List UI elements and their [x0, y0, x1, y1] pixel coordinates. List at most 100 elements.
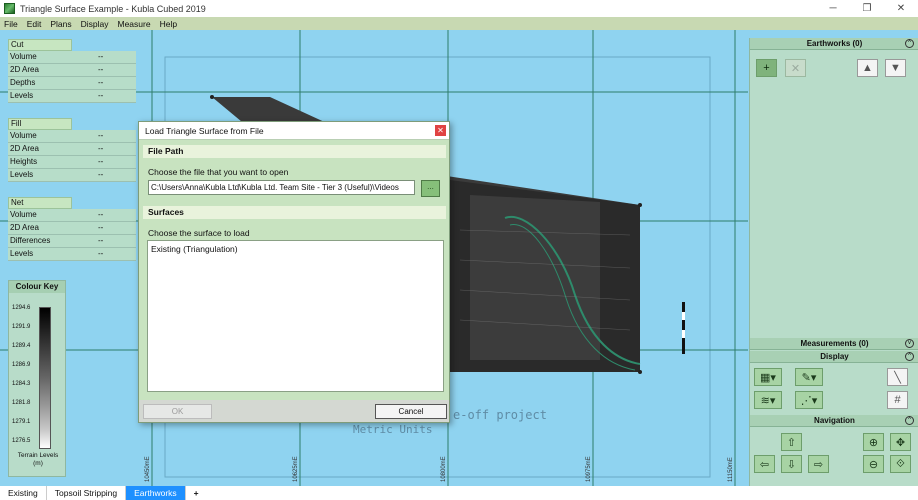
minimize-button[interactable]: ─ — [816, 0, 850, 17]
axis-label: 11150mE — [728, 457, 734, 482]
expand-icon[interactable]: v — [905, 339, 914, 348]
menu-measure[interactable]: Measure — [118, 19, 151, 29]
colour-key-footer: Terrain Levels (m) — [9, 452, 67, 468]
row-label: 2D Area — [10, 144, 39, 153]
right-panel: Earthworks (0) ^ + ✕ ▲ ▼ Measurements (0… — [749, 38, 918, 486]
fill-row: 2D Area -- — [8, 143, 136, 156]
add-earthwork-button[interactable]: + — [756, 59, 777, 77]
zoom-out-icon[interactable]: ⊖ — [863, 455, 884, 473]
delete-earthwork-button[interactable]: ✕ — [785, 59, 806, 77]
collapse-icon[interactable]: ^ — [905, 39, 914, 48]
colour-key-tick: 1281.8 — [12, 400, 31, 406]
grid-toggle-icon[interactable]: # — [887, 391, 908, 409]
surface-list[interactable]: Existing (Triangulation) — [147, 240, 444, 392]
menu-bar: File Edit Plans Display Measure Help — [0, 17, 918, 30]
surface-list-item[interactable]: Existing (Triangulation) — [151, 244, 440, 254]
cut-header: Cut — [8, 39, 72, 51]
colour-key-tick: 1289.4 — [12, 343, 31, 349]
pan-up-icon[interactable]: ⇧ — [781, 433, 802, 451]
layer-dropdown-icon[interactable]: ▦▾ — [754, 368, 782, 386]
colour-key-tick: 1294.6 — [12, 305, 31, 311]
display-header[interactable]: Display ^ — [750, 351, 918, 363]
colour-key-tick: 1276.5 — [12, 438, 31, 444]
row-value: -- — [98, 170, 104, 179]
colour-key-panel: Colour Key 1294.6 1291.9 1289.4 1286.9 1… — [8, 280, 66, 477]
browse-button[interactable]: ... — [421, 180, 440, 197]
file-path-section-header: File Path — [143, 145, 446, 158]
row-label: Differences — [10, 236, 51, 245]
net-header: Net — [8, 197, 72, 209]
fill-panel: Fill Volume -- 2D Area -- Heights -- Levels… — [8, 118, 136, 182]
axis-label: 10800mE — [441, 456, 447, 482]
move-down-button[interactable]: ▼ — [885, 59, 906, 77]
zoom-window-icon[interactable]: ⟐ — [890, 455, 911, 473]
measurements-header[interactable]: Measurements (0) v — [750, 338, 918, 350]
move-up-button[interactable]: ▲ — [857, 59, 878, 77]
colour-key-footer-line: Terrain Levels — [17, 452, 59, 459]
row-value: -- — [98, 249, 104, 258]
row-value: -- — [98, 78, 104, 87]
net-row: 2D Area -- — [8, 222, 136, 235]
colour-key-title: Colour Key — [9, 281, 65, 293]
tab-earthworks[interactable]: Earthworks — [126, 486, 186, 500]
contour-dropdown-icon[interactable]: ≋▾ — [754, 391, 782, 409]
row-value: -- — [98, 223, 104, 232]
colour-key-tick: 1291.9 — [12, 324, 31, 330]
colour-key-tick: 1284.3 — [12, 381, 31, 387]
navigation-header[interactable]: Navigation ^ — [750, 415, 918, 427]
add-tab-button[interactable]: + — [186, 486, 207, 500]
cancel-button[interactable]: Cancel — [375, 404, 447, 419]
measurements-header-label: Measurements (0) — [800, 339, 869, 348]
pan-right-icon[interactable]: ⇨ — [808, 455, 829, 473]
menu-file[interactable]: File — [4, 19, 18, 29]
dialog-title-bar: Load Triangle Surface from File — [139, 122, 449, 140]
terrain-mid-region — [470, 195, 600, 360]
ok-button[interactable]: OK — [143, 404, 212, 419]
maximize-button[interactable]: ❐ — [850, 0, 884, 17]
row-value: -- — [98, 52, 104, 61]
measure-line-icon[interactable]: ╲ — [887, 368, 908, 386]
earthworks-header[interactable]: Earthworks (0) ^ — [750, 38, 918, 50]
axis-label: 10975mE — [586, 456, 592, 482]
pan-left-icon[interactable]: ⇦ — [754, 455, 775, 473]
dialog-title: Load Triangle Surface from File — [145, 125, 264, 136]
net-panel: Net Volume -- 2D Area -- Differences -- Lev… — [8, 197, 136, 261]
colour-key-tick: 1279.1 — [12, 419, 31, 425]
display-header-label: Display — [820, 352, 849, 361]
corner-marker — [638, 370, 642, 374]
collapse-icon[interactable]: ^ — [905, 352, 914, 361]
menu-plans[interactable]: Plans — [50, 19, 71, 29]
menu-edit[interactable]: Edit — [27, 19, 42, 29]
window-title: Triangle Surface Example - Kubla Cubed 2… — [20, 3, 206, 14]
row-value: -- — [98, 210, 104, 219]
zoom-extents-icon[interactable]: ✥ — [890, 433, 911, 451]
tab-topsoil-stripping[interactable]: Topsoil Stripping — [47, 486, 127, 500]
row-label: Depths — [10, 78, 36, 87]
tab-existing[interactable]: Existing — [0, 486, 47, 500]
pan-down-icon[interactable]: ⇩ — [781, 455, 802, 473]
title-bar: Triangle Surface Example - Kubla Cubed 2… — [0, 0, 918, 17]
lines-dropdown-icon[interactable]: ⋰▾ — [795, 391, 823, 409]
menu-help[interactable]: Help — [160, 19, 177, 29]
row-label: Levels — [10, 170, 34, 179]
row-value: -- — [98, 131, 104, 140]
corner-marker — [638, 203, 642, 207]
menu-display[interactable]: Display — [81, 19, 109, 29]
row-value: -- — [98, 144, 104, 153]
edit-dropdown-icon[interactable]: ✎▾ — [795, 368, 823, 386]
row-label: Levels — [10, 91, 34, 100]
file-prompt-label: Choose the file that you want to open — [148, 167, 289, 177]
earthworks-header-label: Earthworks (0) — [806, 39, 863, 48]
row-value: -- — [98, 65, 104, 74]
axis-label: 10625mE — [293, 456, 299, 482]
zoom-in-icon[interactable]: ⊕ — [863, 433, 884, 451]
navigation-header-label: Navigation — [814, 416, 855, 425]
close-window-button[interactable]: ✕ — [884, 0, 918, 17]
file-path-input[interactable]: C:\Users\Anna\Kubla Ltd\Kubla Ltd. Team … — [148, 180, 415, 195]
row-label: 2D Area — [10, 223, 39, 232]
colour-key-tick: 1286.9 — [12, 362, 31, 368]
dialog-close-icon[interactable]: ✕ — [435, 125, 446, 136]
row-label: Volume — [10, 131, 37, 140]
collapse-icon[interactable]: ^ — [905, 416, 914, 425]
net-row: Volume -- — [8, 209, 136, 222]
